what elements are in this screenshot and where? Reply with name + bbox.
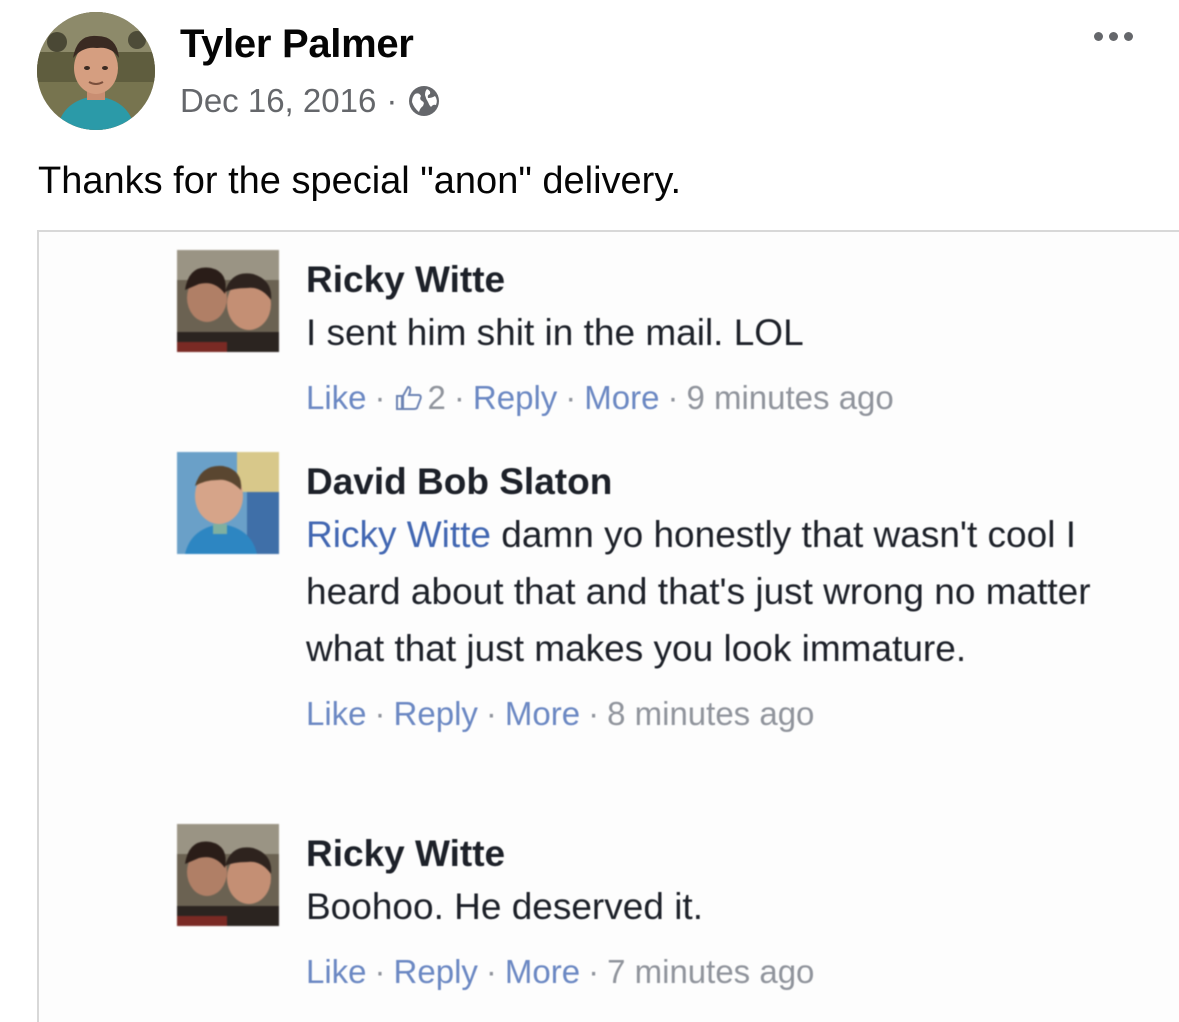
comment-actions: Like · Reply · More · 8 minutes ago [306,695,815,733]
reply-link[interactable]: Reply [473,379,557,417]
like-thumb-icon [394,383,424,413]
reply-link[interactable]: Reply [394,695,478,733]
comment-screenshot-image: Ricky Witte I sent him shit in the mail.… [37,230,1179,1022]
comment-actions: Like · Reply · More · 7 minutes ago [306,953,815,991]
author-name[interactable]: Tyler Palmer [180,22,414,67]
comment-actions: Like · 2 · Reply · More · 9 minutes ago [306,379,894,417]
commenter-avatar [177,452,279,554]
more-options-icon[interactable] [1090,28,1137,45]
comment-body: Ricky Witte Boohoo. He deserved it. Like… [306,830,1166,991]
comment-body: Ricky Witte I sent him shit in the mail.… [306,256,1166,417]
like-link[interactable]: Like [306,379,367,417]
post-header: Tyler Palmer Dec 16, 2016 · [0,0,1179,150]
mention-link[interactable]: Ricky Witte [306,514,491,555]
reply-link[interactable]: Reply [394,953,478,991]
more-link[interactable]: More [584,379,659,417]
more-link[interactable]: More [505,695,580,733]
comment-timestamp[interactable]: 9 minutes ago [686,379,893,417]
commenter-name[interactable]: Ricky Witte [306,256,1166,304]
comment-text: Boohoo. He deserved it. [306,878,1166,935]
post-date[interactable]: Dec 16, 2016 [180,82,376,120]
comment-timestamp[interactable]: 7 minutes ago [607,953,814,991]
commenter-name[interactable]: David Bob Slaton [306,458,1166,506]
like-link[interactable]: Like [306,695,367,733]
commenter-avatar [177,250,279,352]
post-text: Thanks for the special "anon" delivery. [38,160,682,202]
commenter-name[interactable]: Ricky Witte [306,830,1166,878]
more-link[interactable]: More [505,953,580,991]
comment-body: David Bob Slaton Ricky Witte damn yo hon… [306,458,1166,733]
meta-separator: · [386,82,398,119]
like-count[interactable]: 2 [428,379,446,417]
comment-message: I sent him shit in the mail. LOL [306,312,804,353]
comment-text: Ricky Witte damn yo honestly that wasn't… [306,506,1166,677]
comment-timestamp[interactable]: 8 minutes ago [607,695,814,733]
like-link[interactable]: Like [306,953,367,991]
commenter-avatar [177,824,279,926]
post-meta: Dec 16, 2016 · [180,82,441,120]
comment-message: Boohoo. He deserved it. [306,886,703,927]
author-avatar[interactable] [37,12,155,130]
comment-text: I sent him shit in the mail. LOL [306,304,1166,361]
globe-icon[interactable] [407,84,441,118]
